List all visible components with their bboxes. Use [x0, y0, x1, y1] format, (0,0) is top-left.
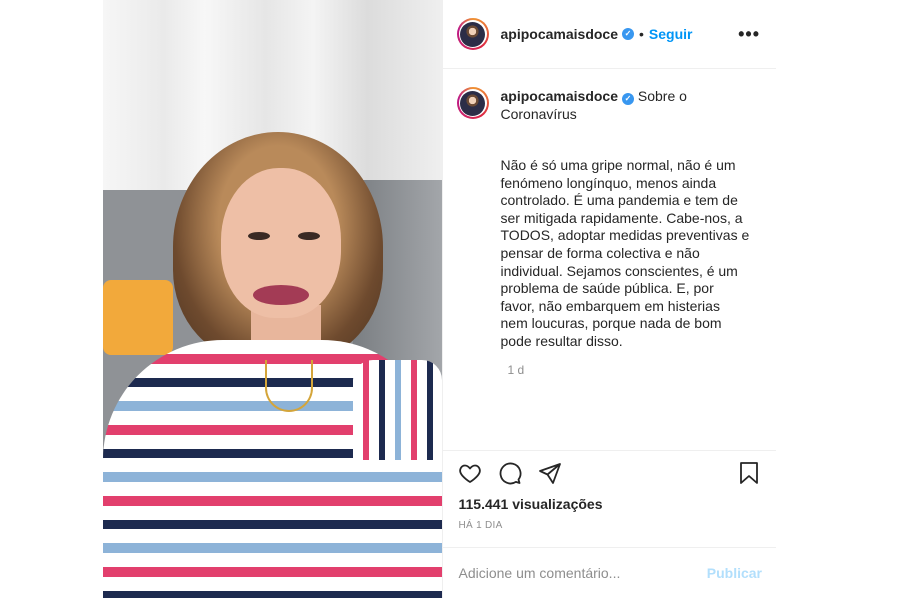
- follow-button[interactable]: Seguir: [649, 26, 693, 42]
- separator-dot: •: [639, 26, 644, 42]
- view-count[interactable]: 115.441 visualizações: [459, 496, 603, 512]
- header-username[interactable]: apipocamaisdoce: [501, 26, 619, 42]
- instagram-post: apipocamaisdoce ✓ • Seguir ••• apipocama…: [103, 0, 776, 598]
- caption-text: Não é só uma gripe normal, não é um fenó…: [500, 157, 750, 349]
- striped-sleeve: [353, 360, 442, 460]
- comment-icon[interactable]: [497, 460, 523, 486]
- caption-avatar[interactable]: [456, 87, 489, 119]
- share-icon[interactable]: [537, 460, 563, 486]
- right-eye: [298, 232, 320, 240]
- post-photo[interactable]: [103, 0, 442, 598]
- publish-button[interactable]: Publicar: [707, 565, 762, 581]
- necklace: [265, 360, 313, 412]
- verified-badge-icon: ✓: [622, 28, 634, 40]
- more-options-icon[interactable]: •••: [738, 24, 760, 45]
- post-timestamp[interactable]: HÁ 1 DIA: [459, 520, 503, 531]
- lips: [253, 285, 309, 305]
- caption-username[interactable]: apipocamaisdoce: [501, 88, 619, 104]
- caption: apipocamaisdoce ✓ Sobre o Coronavírus: [443, 69, 777, 123]
- post-side-panel: apipocamaisdoce ✓ • Seguir ••• apipocama…: [441, 0, 777, 598]
- bookmark-icon[interactable]: [736, 460, 762, 486]
- yellow-pillow: [103, 280, 173, 355]
- comment-input[interactable]: Adicione um comentário...: [459, 565, 707, 581]
- avatar[interactable]: [456, 18, 489, 50]
- caption-time[interactable]: 1 d: [508, 363, 777, 377]
- post-header: apipocamaisdoce ✓ • Seguir •••: [442, 0, 776, 69]
- heart-icon[interactable]: [457, 460, 483, 486]
- caption-header: apipocamaisdoce ✓ Sobre o Coronavírus: [501, 87, 731, 123]
- comment-box: Adicione um comentário... Publicar: [442, 547, 776, 598]
- left-eye: [248, 232, 270, 240]
- action-bar: [442, 450, 776, 494]
- verified-badge-icon: ✓: [622, 93, 634, 105]
